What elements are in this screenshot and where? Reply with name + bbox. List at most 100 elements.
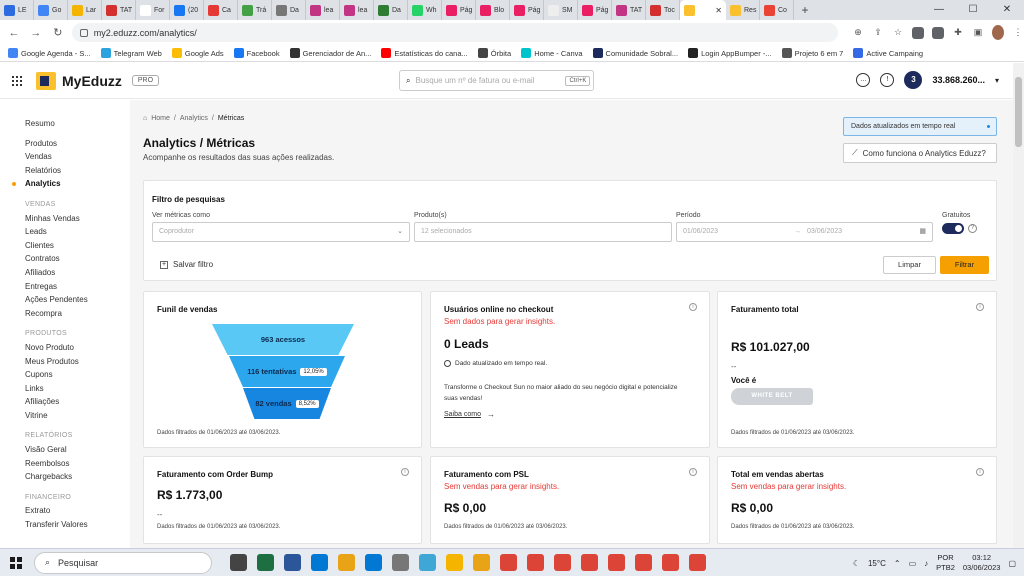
browser-tab[interactable]: Co bbox=[760, 0, 794, 20]
browser-tab[interactable]: Da bbox=[374, 0, 408, 20]
url-text[interactable]: my2.eduzz.com/analytics/ bbox=[94, 28, 197, 38]
browser-tab[interactable]: Pág bbox=[578, 0, 612, 20]
browser-tab[interactable]: Wh bbox=[408, 0, 442, 20]
taskbar-app-icon[interactable] bbox=[527, 554, 544, 571]
period-range[interactable]: 01/06/2023 → 03/06/2023 ▦ bbox=[676, 222, 933, 242]
browser-tab[interactable]: TAT bbox=[612, 0, 646, 20]
browser-tab[interactable]: For bbox=[136, 0, 170, 20]
info-icon[interactable]: i bbox=[689, 468, 697, 476]
how-it-works-button[interactable]: ⟋ Como funciona o Analytics Eduzz? bbox=[843, 143, 997, 163]
taskbar-app-icon[interactable] bbox=[365, 554, 382, 571]
search-input[interactable] bbox=[415, 76, 561, 85]
learn-more-link[interactable]: Saiba como bbox=[444, 411, 481, 418]
clear-button[interactable]: Limpar bbox=[883, 256, 936, 274]
taskbar-app-icon[interactable] bbox=[257, 554, 274, 571]
help-icon[interactable]: ? bbox=[968, 224, 977, 233]
forward-icon[interactable]: → bbox=[28, 27, 44, 39]
global-search[interactable]: ⌕ Ctrl+K bbox=[399, 70, 594, 91]
browser-tab[interactable]: Lar bbox=[68, 0, 102, 20]
weather-temp[interactable]: 15°C bbox=[868, 559, 886, 568]
url-field[interactable]: my2.eduzz.com/analytics/ bbox=[71, 23, 838, 42]
taskbar-app-icon[interactable] bbox=[473, 554, 490, 571]
clock[interactable]: 03:12 03/06/2023 bbox=[963, 553, 1001, 573]
taskbar-app-icon[interactable] bbox=[581, 554, 598, 571]
sidebar-item[interactable]: Cupons bbox=[25, 368, 130, 382]
browser-tab[interactable]: lea bbox=[306, 0, 340, 20]
sidebar-item[interactable]: Links bbox=[25, 382, 130, 396]
bookmark-item[interactable]: Google Ads bbox=[171, 48, 224, 58]
extension-icon[interactable] bbox=[912, 26, 924, 39]
sidebar-item[interactable]: Minhas Vendas bbox=[25, 212, 130, 226]
bookmark-item[interactable]: Telegram Web bbox=[100, 48, 162, 58]
back-icon[interactable]: ← bbox=[6, 27, 22, 39]
volume-icon[interactable]: ♪ bbox=[924, 559, 928, 568]
sidebar-item[interactable]: Produtos bbox=[25, 137, 130, 151]
sidebar-item[interactable]: Novo Produto bbox=[25, 341, 130, 355]
scrollbar-thumb[interactable] bbox=[1015, 77, 1022, 147]
sidebar-item[interactable]: Afiliados bbox=[25, 266, 130, 280]
info-icon[interactable]: i bbox=[976, 468, 984, 476]
taskbar-app-icon[interactable] bbox=[608, 554, 625, 571]
sidebar-item[interactable]: Relatórios bbox=[25, 164, 130, 178]
windows-start-icon[interactable] bbox=[10, 556, 22, 569]
period-to[interactable]: 03/06/2023 bbox=[807, 223, 842, 241]
calendar-icon[interactable]: ▦ bbox=[919, 223, 926, 241]
sidebar-item[interactable]: Leads bbox=[25, 225, 130, 239]
reload-icon[interactable]: ↻ bbox=[50, 26, 66, 39]
chat-icon[interactable]: … bbox=[856, 73, 871, 87]
taskbar-app-icon[interactable] bbox=[689, 554, 706, 571]
taskbar-app-icon[interactable] bbox=[311, 554, 328, 571]
bookmark-item[interactable]: Login AppBumper -... bbox=[688, 48, 772, 58]
breadcrumb-analytics[interactable]: Analytics bbox=[180, 115, 208, 122]
sidebar-item[interactable]: Contratos bbox=[25, 252, 130, 266]
chevron-down-icon[interactable]: ▾ bbox=[995, 76, 999, 85]
taskbar-app-icon[interactable] bbox=[500, 554, 517, 571]
bookmark-item[interactable]: Google Agenda - S... bbox=[8, 48, 91, 58]
info-icon[interactable]: i bbox=[976, 303, 984, 311]
taskbar-app-icon[interactable] bbox=[338, 554, 355, 571]
account-id[interactable]: 33.868.260... bbox=[932, 75, 985, 85]
star-icon[interactable]: ☆ bbox=[892, 27, 904, 38]
info-icon[interactable]: i bbox=[689, 303, 697, 311]
browser-tab[interactable]: Pág bbox=[442, 0, 476, 20]
taskbar-app-icon[interactable] bbox=[635, 554, 652, 571]
browser-tab[interactable]: SM bbox=[544, 0, 578, 20]
sidebar-item[interactable]: Clientes bbox=[25, 239, 130, 253]
browser-tab[interactable]: Res bbox=[726, 0, 760, 20]
close-tab-icon[interactable]: ✕ bbox=[715, 6, 722, 15]
sidebar-item[interactable]: Afiliações bbox=[25, 395, 130, 409]
save-filter-button[interactable]: + Salvar filtro bbox=[160, 260, 213, 269]
chevron-up-icon[interactable]: ⌃ bbox=[894, 559, 901, 568]
share-icon[interactable]: ⇪ bbox=[872, 27, 884, 38]
browser-tab[interactable]: lea bbox=[340, 0, 374, 20]
taskbar-app-icon[interactable] bbox=[392, 554, 409, 571]
browser-tab[interactable]: Da bbox=[272, 0, 306, 20]
sidebar-item[interactable]: Visão Geral bbox=[25, 443, 130, 457]
maximize-icon[interactable]: ☐ bbox=[956, 0, 990, 20]
sidebar-item[interactable]: Extrato bbox=[25, 504, 130, 518]
sidebar-item[interactable]: Ações Pendentes bbox=[25, 293, 130, 307]
browser-tab[interactable]: Go bbox=[34, 0, 68, 20]
bookmark-item[interactable]: Estatísticas do cana... bbox=[381, 48, 468, 58]
taskbar-app-icon[interactable] bbox=[662, 554, 679, 571]
sidebar-item[interactable]: Entregas bbox=[25, 280, 130, 294]
sidebar-item[interactable]: Meus Produtos bbox=[25, 355, 130, 369]
new-tab-button[interactable]: + bbox=[794, 0, 816, 20]
browser-tab[interactable]: Trá bbox=[238, 0, 272, 20]
sidebar-item[interactable]: Transferir Valores bbox=[25, 518, 130, 532]
browser-tab[interactable]: Ca bbox=[204, 0, 238, 20]
metrics-select[interactable]: Coprodutor ⌄ bbox=[152, 222, 410, 242]
weather-icon[interactable]: ☾ bbox=[853, 559, 860, 568]
bookmark-item[interactable]: Gerenciador de An... bbox=[289, 48, 371, 58]
sidebar-item[interactable]: Chargebacks bbox=[25, 470, 130, 484]
bookmark-item[interactable]: Active Campaing bbox=[853, 48, 923, 58]
bookmark-item[interactable]: Órbita bbox=[477, 48, 511, 58]
browser-tab[interactable]: LE bbox=[0, 0, 34, 20]
close-window-icon[interactable]: ✕ bbox=[990, 0, 1024, 20]
period-from[interactable]: 01/06/2023 bbox=[683, 228, 718, 235]
taskbar-app-icon[interactable] bbox=[419, 554, 436, 571]
bookmark-item[interactable]: Comunidade Sobral... bbox=[592, 48, 678, 58]
browser-tab[interactable]: (20 bbox=[170, 0, 204, 20]
install-icon[interactable]: ⊕ bbox=[852, 27, 864, 38]
minimize-icon[interactable]: — bbox=[922, 0, 956, 20]
